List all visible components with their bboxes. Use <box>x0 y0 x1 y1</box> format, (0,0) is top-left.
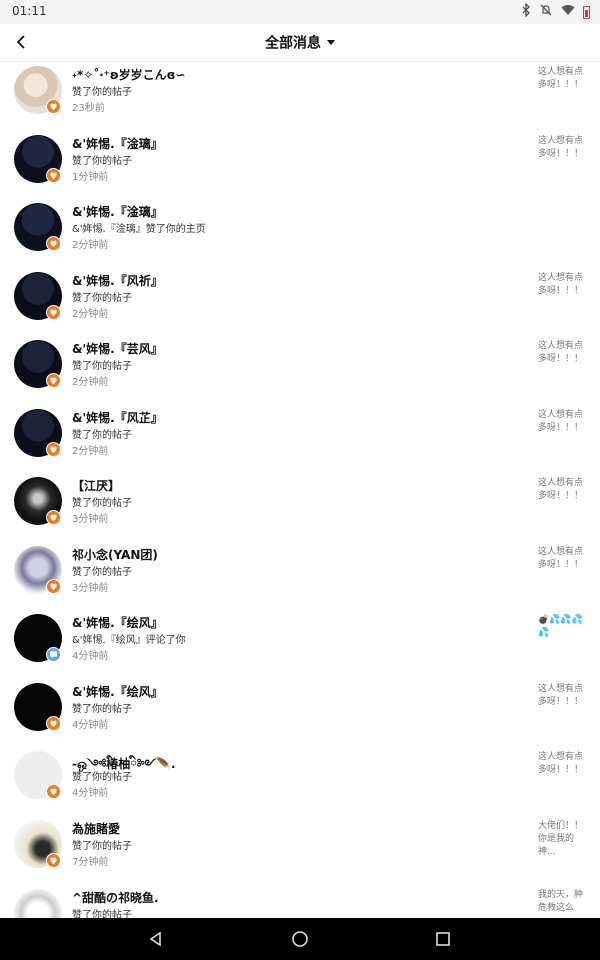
post-preview[interactable]: 这人想有点多呀！！！ <box>538 546 590 572</box>
nav-recents-button[interactable] <box>433 929 453 949</box>
recents-square-icon <box>436 932 450 946</box>
sender-name[interactable]: ˖*✧˚‧⁺ʚ岁岁こんɞ∽ <box>72 66 185 83</box>
mute-icon <box>539 3 553 21</box>
sender-name[interactable]: 祁小念(YAN团) <box>72 546 158 563</box>
message-time: 2分钟前 <box>72 377 109 388</box>
like-badge-icon <box>46 442 61 457</box>
list-item[interactable]: &'姩惕.『绘风』 &'姩惕.『绘风』评论了你 4分钟前 💣💦💦💦💦 <box>0 604 600 672</box>
message-filter-dropdown[interactable]: 全部消息 <box>0 32 600 53</box>
message-action: 赞了你的帖子 <box>72 841 132 852</box>
post-preview[interactable]: 我的天，肿危救这么 <box>538 889 590 915</box>
like-badge-icon <box>46 373 61 388</box>
sender-name[interactable]: &'姩惕.『淦璃』 <box>72 203 163 220</box>
list-item[interactable]: &'姩惕.『风祈』赞了你的帖子 2分钟前 这人想有点多呀！！！ <box>0 262 600 330</box>
message-time: 2分钟前 <box>72 309 109 320</box>
post-preview[interactable]: 这人想有点多呀！！！ <box>538 135 590 161</box>
message-action: &'姩惕.『淦璃』赞了你的主页 <box>72 224 206 235</box>
like-badge-icon <box>46 784 61 799</box>
list-item[interactable]: -ஒ༺ི椿柚ི༻🪶. 赞了你的帖子 4分钟前 这人想有点多呀！！！ <box>0 741 600 809</box>
message-time: 4分钟前 <box>72 720 109 731</box>
back-triangle-icon <box>149 931 161 947</box>
post-preview[interactable]: 这人想有点多呀！！！ <box>538 66 590 92</box>
like-badge-icon <box>46 510 61 525</box>
like-badge-icon <box>46 579 61 594</box>
post-preview[interactable]: 这人想有点多呀！！！ <box>538 272 590 298</box>
message-action: 赞了你的帖子 <box>72 498 132 509</box>
message-action: 赞了你的帖子 <box>72 156 132 167</box>
comment-badge-icon <box>46 647 61 662</box>
list-item[interactable]: 【江厌】赞了你的帖子 3分钟前 这人想有点多呀！！！ <box>0 467 600 535</box>
header-bar: 全部消息 <box>0 24 600 62</box>
list-item[interactable]: ^甜酷の祁晓鱼. 赞了你的帖子 我的天，肿危救这么 <box>0 879 600 918</box>
message-time: 7分钟前 <box>72 857 109 868</box>
list-item[interactable]: &'姩惕.『芸风』赞了你的帖子 2分钟前 这人想有点多呀！！！ <box>0 330 600 398</box>
post-preview[interactable]: 这人想有点多呀！！！ <box>538 751 590 777</box>
avatar[interactable] <box>14 889 62 918</box>
message-time: 2分钟前 <box>72 240 109 251</box>
status-time: 01:11 <box>12 4 47 18</box>
sender-name[interactable]: 為施賭愛 <box>72 820 120 837</box>
sender-name[interactable]: 【江厌】 <box>72 477 120 494</box>
sender-name[interactable]: &'姩惕.『风祈』 <box>72 272 163 289</box>
message-action: 赞了你的帖子 <box>72 772 132 783</box>
message-time: 3分钟前 <box>72 514 109 525</box>
nav-back-button[interactable] <box>146 929 166 949</box>
message-action: 赞了你的帖子 <box>72 430 132 441</box>
wifi-icon <box>561 4 575 20</box>
sender-name[interactable]: &'姩惕.『绘风』 <box>72 683 163 700</box>
sender-name[interactable]: &'姩惕.『风芷』 <box>72 409 163 426</box>
status-bar: 01:11 <box>0 0 600 24</box>
battery-icon <box>583 5 590 19</box>
sender-name[interactable]: &'姩惕.『绘风』 <box>72 614 163 631</box>
message-time: 23秒前 <box>72 103 105 114</box>
like-badge-icon <box>46 305 61 320</box>
post-preview[interactable]: 大佬们！！你是我的神... <box>538 820 590 859</box>
list-item[interactable]: 祁小念(YAN团) 赞了你的帖子 3分钟前 这人想有点多呀！！！ <box>0 536 600 604</box>
like-badge-icon <box>46 168 61 183</box>
post-preview[interactable]: 💣💦💦💦💦 <box>538 614 590 640</box>
list-item[interactable]: 為施賭愛赞了你的帖子 7分钟前 大佬们！！你是我的神... <box>0 810 600 878</box>
like-badge-icon <box>46 236 61 251</box>
home-circle-icon <box>292 931 308 947</box>
message-time: 2分钟前 <box>72 446 109 457</box>
message-action: 赞了你的帖子 <box>72 704 132 715</box>
message-list[interactable]: ˖*✧˚‧⁺ʚ岁岁こんɞ∽ 赞了你的帖子 23秒前 这人想有点多呀！！！ &'姩惕.『淦… <box>0 62 600 918</box>
like-badge-icon <box>46 716 61 731</box>
post-preview[interactable]: 这人想有点多呀！！！ <box>538 683 590 709</box>
message-action: 赞了你的帖子 <box>72 910 132 918</box>
post-preview[interactable]: 这人想有点多呀！！！ <box>538 477 590 503</box>
nav-home-button[interactable] <box>290 929 310 949</box>
post-preview[interactable]: 这人想有点多呀！！！ <box>538 409 590 435</box>
list-item[interactable]: &'姩惕.『淦璃』赞了你的帖子 1分钟前 这人想有点多呀！！！ <box>0 125 600 193</box>
list-item[interactable]: ˖*✧˚‧⁺ʚ岁岁こんɞ∽ 赞了你的帖子 23秒前 这人想有点多呀！！！ <box>0 62 600 124</box>
like-badge-icon <box>46 99 61 114</box>
status-icons <box>521 2 590 21</box>
sender-name[interactable]: &'姩惕.『淦璃』 <box>72 135 163 152</box>
message-time: 4分钟前 <box>72 788 109 799</box>
list-item[interactable]: &'姩惕.『风芷』赞了你的帖子 2分钟前 这人想有点多呀！！！ <box>0 399 600 467</box>
sender-name[interactable]: ^甜酷の祁晓鱼. <box>72 889 159 906</box>
list-item[interactable]: &'姩惕.『淦璃』 &'姩惕.『淦璃』赞了你的主页 2分钟前 <box>0 193 600 261</box>
like-badge-icon <box>46 853 61 868</box>
list-item[interactable]: &'姩惕.『绘风』赞了你的帖子 4分钟前 这人想有点多呀！！！ <box>0 673 600 741</box>
message-action: 赞了你的帖子 <box>72 567 132 578</box>
system-nav-bar <box>0 918 600 960</box>
page-title: 全部消息 <box>265 35 321 52</box>
message-action: &'姩惕.『绘风』评论了你 <box>72 635 186 646</box>
sender-name[interactable]: &'姩惕.『芸风』 <box>72 340 163 357</box>
message-time: 1分钟前 <box>72 172 109 183</box>
message-action: 赞了你的帖子 <box>72 361 132 372</box>
message-time: 4分钟前 <box>72 651 109 662</box>
bluetooth-icon <box>521 2 531 21</box>
message-action: 赞了你的帖子 <box>72 293 132 304</box>
message-time: 3分钟前 <box>72 583 109 594</box>
message-action: 赞了你的帖子 <box>72 87 132 98</box>
post-preview[interactable]: 这人想有点多呀！！！ <box>538 340 590 366</box>
caret-down-icon <box>327 40 335 45</box>
